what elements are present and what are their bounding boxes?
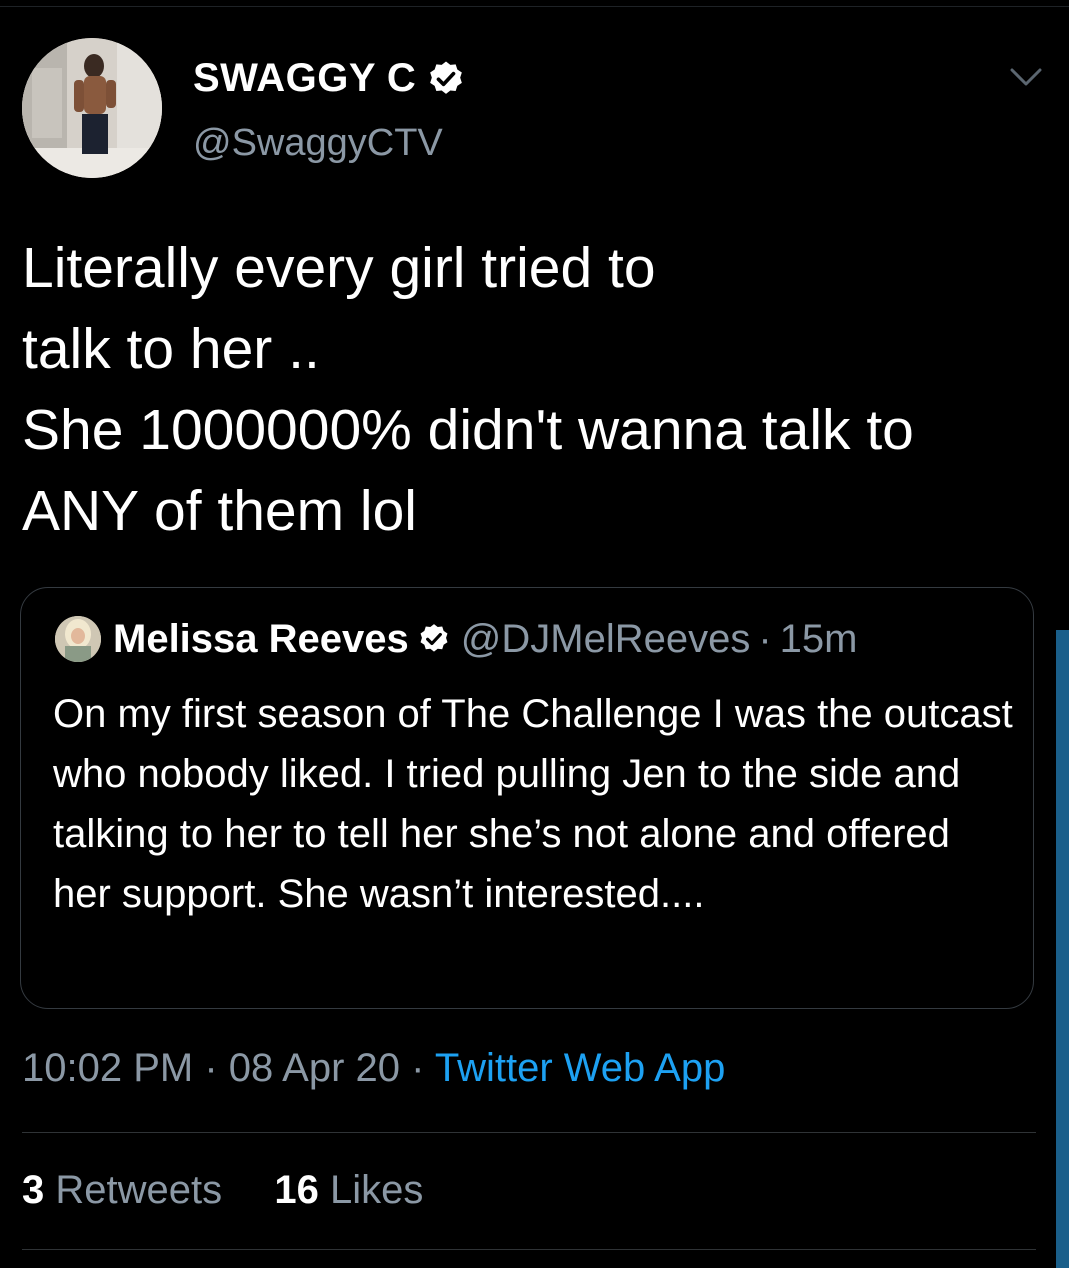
quoted-author-handle: @DJMelReeves <box>460 616 751 661</box>
quoted-timestamp: 15m <box>779 616 858 661</box>
chevron-down-icon[interactable] <box>1006 62 1046 92</box>
tweet-stats: 3 Retweets 16 Likes <box>22 1168 423 1213</box>
author-display-name[interactable]: SWAGGY C <box>193 56 416 101</box>
scrollbar[interactable] <box>1056 630 1069 1268</box>
top-divider <box>0 6 1069 7</box>
meta-separator: · <box>193 1046 229 1090</box>
avatar-image <box>22 38 162 178</box>
likes-stat[interactable]: 16 Likes <box>274 1168 423 1212</box>
verified-badge-icon <box>420 624 448 652</box>
author-avatar[interactable] <box>22 38 162 178</box>
quoted-author-name: Melissa Reeves <box>113 616 409 661</box>
tweet-date[interactable]: 08 Apr 20 <box>229 1046 400 1090</box>
verified-badge-icon <box>430 61 463 94</box>
likes-count: 16 <box>274 1168 319 1212</box>
quoted-tweet-text: On my first season of The Challenge I wa… <box>53 692 1013 916</box>
tweet-text: Literally every girl tried to talk to he… <box>22 236 914 543</box>
stats-divider-top <box>22 1132 1036 1133</box>
tweet-time[interactable]: 10:02 PM <box>22 1046 193 1090</box>
quoted-tweet-header: Melissa Reeves @DJMelReeves · 15m <box>55 616 857 662</box>
author-handle[interactable]: @SwaggyCTV <box>193 122 443 165</box>
author-display-name-row[interactable]: SWAGGY C <box>193 56 466 101</box>
stats-divider-bottom <box>22 1249 1036 1250</box>
tweet-meta: 10:02 PM · 08 Apr 20 · Twitter Web App <box>22 1046 725 1091</box>
quoted-author-avatar <box>55 616 101 662</box>
retweets-label: Retweets <box>55 1168 223 1212</box>
tweet-source-link[interactable]: Twitter Web App <box>435 1046 726 1090</box>
quoted-tweet-card[interactable]: Melissa Reeves @DJMelReeves · 15m On my … <box>20 587 1034 1009</box>
quoted-avatar-image <box>55 616 101 662</box>
retweets-stat[interactable]: 3 Retweets <box>22 1168 222 1212</box>
likes-label: Likes <box>330 1168 424 1212</box>
meta-separator: · <box>400 1046 435 1090</box>
retweets-count: 3 <box>22 1168 45 1212</box>
quoted-separator: · <box>758 616 772 661</box>
